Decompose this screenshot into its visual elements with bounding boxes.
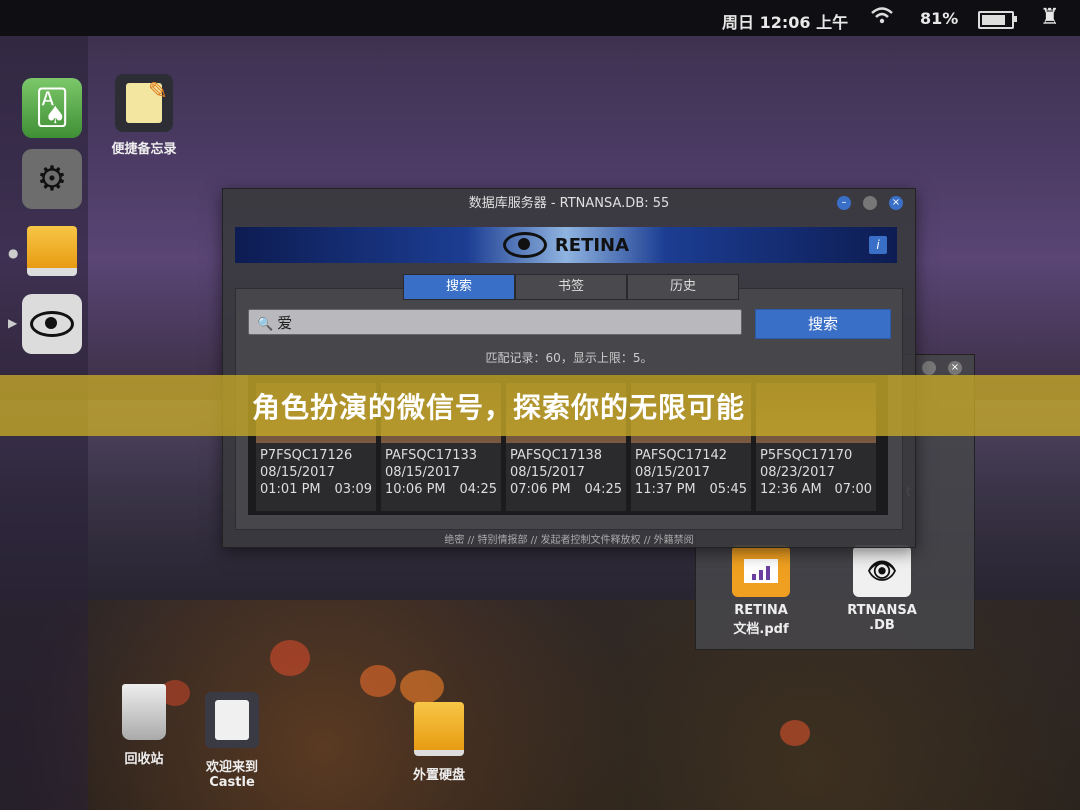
result-time: 12:36 AM — [760, 482, 822, 497]
classification-footer: 绝密 // 特别情报部 // 发起者控制文件释放权 // 外籍禁阅 — [444, 535, 694, 546]
tab-bar: 搜索 书签 历史 — [403, 274, 739, 300]
result-date: 08/23/2017 — [760, 465, 835, 480]
window-title-bar[interactable]: 数据库服务器 - RTNANSA.DB: 55 – × — [223, 189, 915, 219]
tab-search[interactable]: 搜索 — [403, 274, 515, 300]
file-name-line1: RETINA — [734, 603, 788, 618]
welcome-castle-icon[interactable]: 欢迎来到 Castle — [190, 692, 274, 790]
castle-icon[interactable]: ♜ — [1040, 5, 1060, 30]
ext-drive-label: 外置硬盘 — [412, 768, 465, 783]
background-flower — [360, 665, 396, 697]
result-id: PAFSQC17138 — [510, 448, 603, 463]
file-name-line1: RTNANSA — [847, 603, 917, 618]
result-duration: 04:25 — [459, 482, 497, 497]
result-duration: 04:25 — [584, 482, 622, 497]
database-window: 数据库服务器 - RTNANSA.DB: 55 – × RETINA i 🔍 爱 … — [222, 188, 916, 548]
notes-icon — [115, 74, 173, 132]
document-icon — [205, 692, 259, 748]
result-duration: 05:45 — [709, 482, 747, 497]
window-title: 数据库服务器 - RTNANSA.DB: 55 — [468, 196, 670, 211]
tab-history[interactable]: 历史 — [627, 274, 739, 300]
result-time: 11:37 PM — [635, 482, 696, 497]
window-minimize-button[interactable] — [922, 361, 936, 375]
cards-app-icon[interactable]: 🂡 — [22, 78, 82, 138]
search-value: 爱 — [277, 314, 293, 332]
db-file[interactable]: 👁 RTNANSA .DB — [837, 545, 927, 633]
retina-banner: RETINA i — [235, 227, 897, 263]
file-name-line2: .DB — [869, 618, 895, 633]
pdf-file[interactable]: RETINA 文档.pdf — [716, 545, 806, 637]
result-date: 08/15/2017 — [510, 465, 585, 480]
clock[interactable]: 周日 12:06 上午 — [722, 9, 848, 33]
background-flower — [400, 670, 444, 704]
battery-level — [982, 15, 1005, 25]
result-time: 07:06 PM — [510, 482, 571, 497]
brand-text: RETINA — [554, 234, 630, 256]
result-id: PAFSQC17133 — [385, 448, 478, 463]
battery-icon[interactable] — [978, 11, 1017, 29]
result-id: P5FSQC17170 — [760, 448, 853, 463]
result-date: 08/15/2017 — [385, 465, 460, 480]
top-bar: 周日 12:06 上午 81% ♜ — [0, 0, 1080, 36]
notes-label: 便捷备忘录 — [111, 142, 177, 157]
search-icon: 🔍 — [257, 317, 274, 332]
result-duration: 03:09 — [334, 482, 372, 497]
file-name-line2: 文档.pdf — [733, 622, 789, 637]
result-date: 08/15/2017 — [260, 465, 335, 480]
background-flower — [270, 640, 310, 676]
result-date: 08/15/2017 — [635, 465, 710, 480]
dock-indicator-arrow: ▶ — [8, 316, 18, 330]
trash-desktop-icon[interactable]: 回收站 — [112, 684, 176, 767]
tab-bookmarks[interactable]: 书签 — [515, 274, 627, 300]
wifi-icon[interactable] — [870, 6, 894, 31]
external-drive-desktop-icon[interactable]: 外置硬盘 — [400, 702, 478, 783]
pdf-icon — [732, 545, 790, 597]
battery-percent: 81% — [920, 9, 959, 28]
result-duration: 07:00 — [834, 482, 872, 497]
background-flower — [780, 720, 810, 746]
minimize-button[interactable]: – — [837, 196, 851, 210]
eye-document-icon: 👁 — [853, 545, 911, 597]
search-input[interactable]: 🔍 爱 — [248, 309, 742, 335]
info-button[interactable]: i — [869, 236, 887, 254]
window-close-button[interactable]: × — [948, 361, 962, 375]
close-button[interactable]: × — [889, 196, 903, 210]
search-button[interactable]: 搜索 — [755, 309, 891, 339]
eye-icon — [502, 232, 547, 258]
headline-banner: 角色扮演的微信号，探索你的无限可能 — [0, 375, 1080, 436]
result-id: P7FSQC17126 — [260, 448, 353, 463]
external-drive-icon — [414, 702, 464, 756]
welcome-label-2: Castle — [209, 775, 255, 790]
result-time: 10:06 PM — [385, 482, 446, 497]
settings-gear-icon[interactable]: ⚙ — [22, 149, 82, 209]
maximize-button[interactable] — [863, 196, 877, 210]
drive-icon[interactable] — [22, 221, 82, 281]
welcome-label-1: 欢迎来到 — [205, 760, 258, 775]
retina-eye-icon[interactable] — [22, 294, 82, 354]
match-count-text: 匹配记录：60，显示上限：5。 — [485, 351, 653, 365]
trash-label: 回收站 — [124, 752, 164, 767]
notes-desktop-icon[interactable]: 便捷备忘录 — [104, 74, 184, 157]
retina-logo: RETINA — [502, 232, 630, 258]
result-id: PAFSQC17142 — [635, 448, 728, 463]
headline-text: 角色扮演的微信号，探索你的无限可能 — [252, 391, 746, 424]
dock-indicator: ● — [8, 246, 19, 260]
trash-icon — [122, 684, 166, 740]
result-time: 01:01 PM — [260, 482, 321, 497]
